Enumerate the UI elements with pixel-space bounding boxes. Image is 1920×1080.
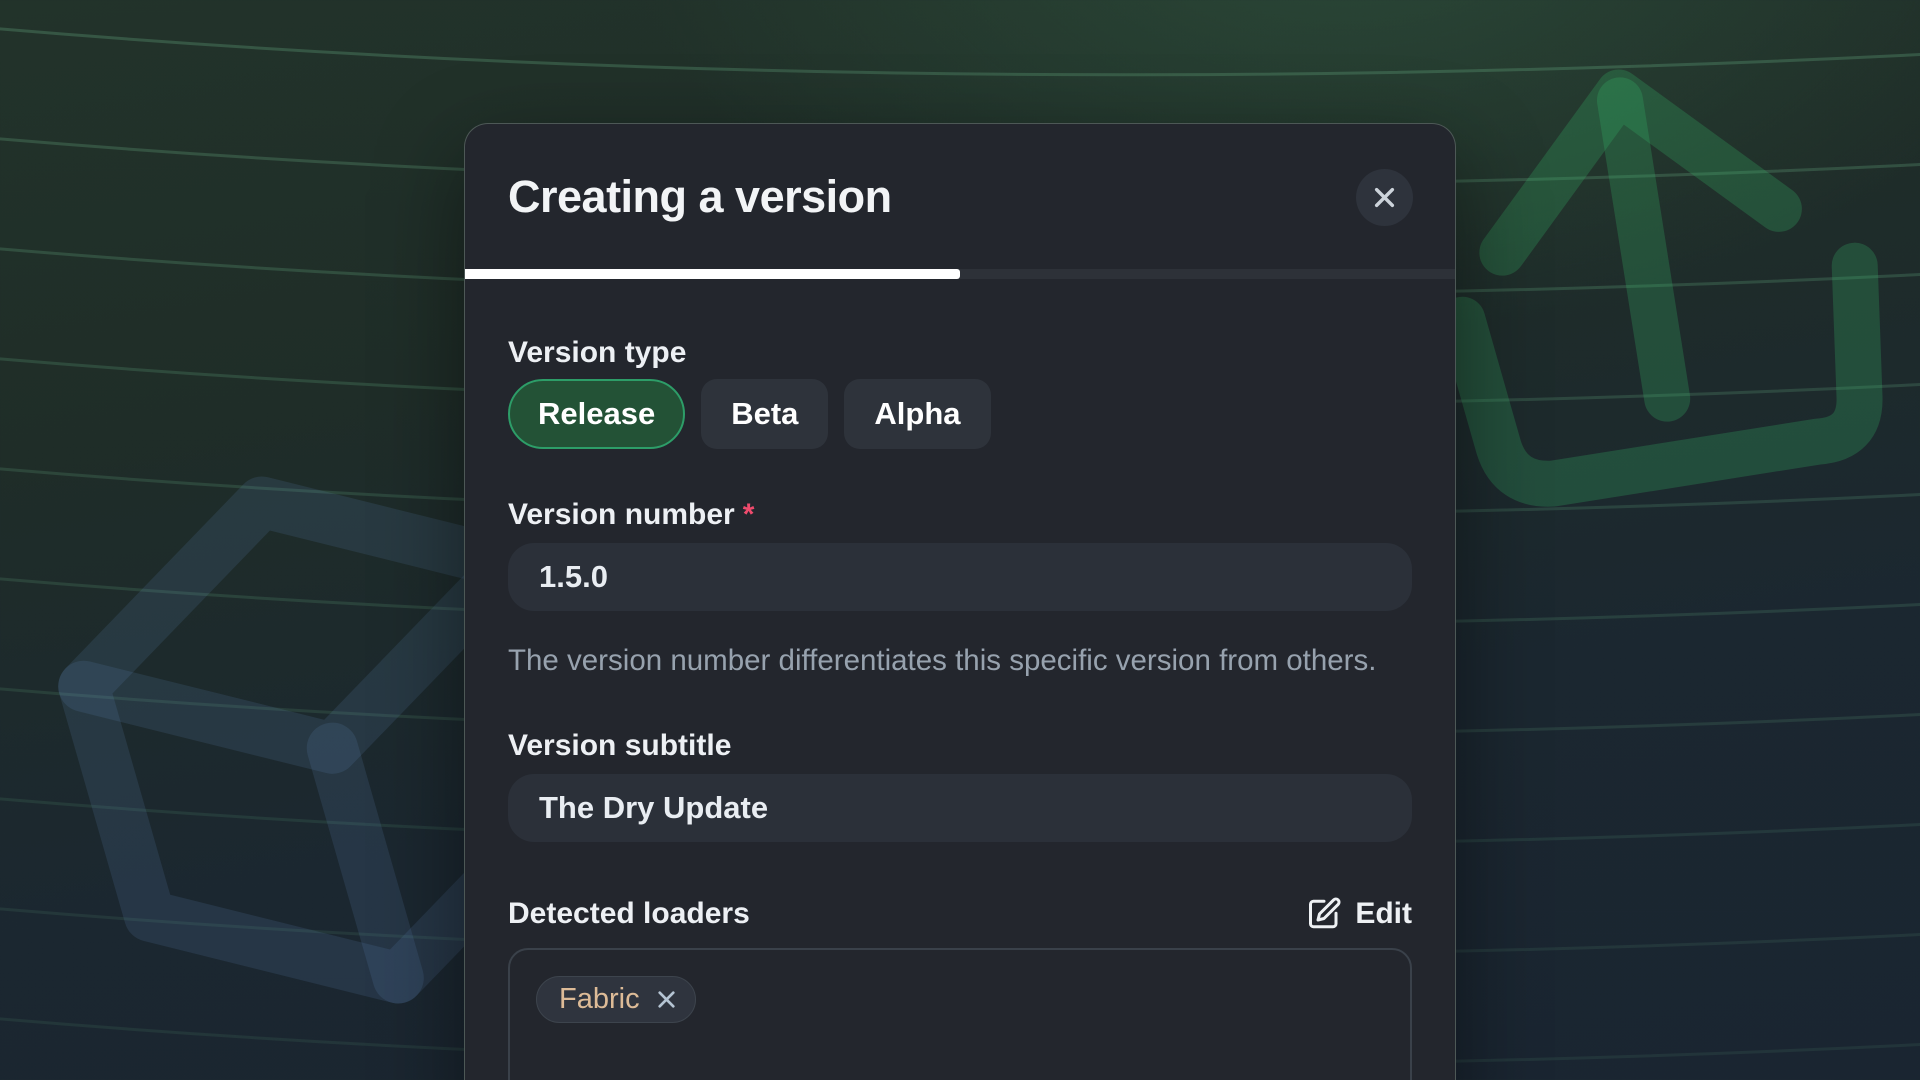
version-type-beta-button[interactable]: Beta — [701, 379, 828, 449]
version-type-alpha-button[interactable]: Alpha — [844, 379, 990, 449]
detected-loaders-row: Detected loaders Edit — [508, 896, 1412, 932]
dialog-header: Creating a version — [465, 124, 1455, 269]
x-icon — [654, 987, 679, 1012]
progress-bar — [465, 269, 1455, 279]
create-version-dialog: Creating a version Version type Release … — [464, 123, 1456, 1080]
close-button[interactable] — [1356, 169, 1413, 226]
version-subtitle-input[interactable] — [508, 774, 1412, 842]
version-number-help: The version number differentiates this s… — [508, 639, 1388, 682]
version-number-label: Version number* — [508, 497, 1412, 533]
loader-chip-label: Fabric — [559, 983, 640, 1016]
version-number-input[interactable] — [508, 543, 1412, 611]
progress-fill — [465, 269, 960, 279]
detected-loaders-label: Detected loaders — [508, 896, 750, 932]
upload-arrow-icon — [1400, 30, 1900, 550]
pencil-square-icon — [1306, 896, 1342, 932]
edit-button-label: Edit — [1355, 897, 1412, 931]
x-icon — [1371, 184, 1398, 211]
loader-chip-fabric: Fabric — [536, 976, 696, 1023]
required-asterisk: * — [743, 498, 755, 531]
version-type-release-button[interactable]: Release — [508, 379, 685, 449]
edit-loaders-button[interactable]: Edit — [1306, 896, 1412, 932]
detected-loaders-box: Fabric — [508, 948, 1412, 1080]
dialog-title: Creating a version — [508, 171, 892, 223]
version-type-options: Release Beta Alpha — [508, 379, 1412, 449]
version-subtitle-label: Version subtitle — [508, 728, 1412, 764]
remove-loader-button[interactable] — [654, 987, 679, 1012]
dialog-body: Version type Release Beta Alpha Version … — [465, 335, 1455, 1080]
version-type-label: Version type — [508, 335, 1412, 371]
